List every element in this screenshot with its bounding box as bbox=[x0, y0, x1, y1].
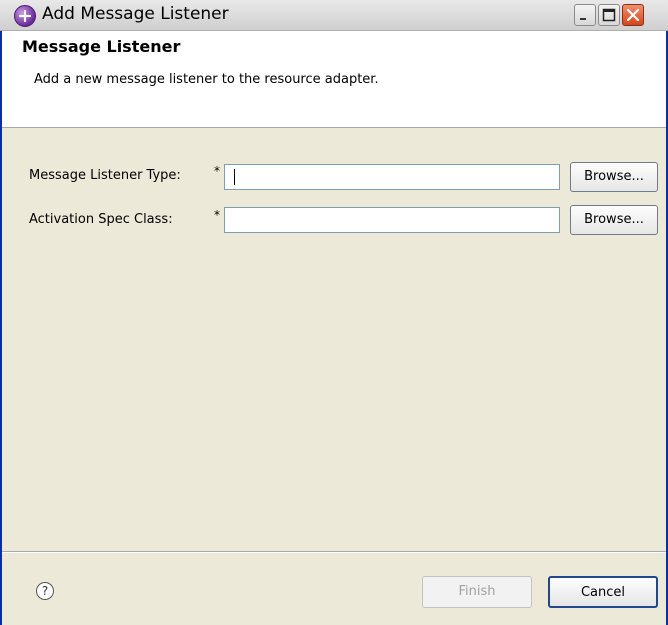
maximize-icon bbox=[602, 8, 616, 22]
close-icon bbox=[626, 8, 640, 22]
required-marker: * bbox=[214, 164, 220, 178]
browse-activation-spec-class-button[interactable]: Browse... bbox=[570, 205, 658, 235]
message-listener-type-label: Message Listener Type: bbox=[29, 168, 181, 183]
help-icon[interactable]: ? bbox=[36, 582, 54, 600]
footer-separator bbox=[2, 551, 666, 553]
required-marker: * bbox=[214, 208, 220, 222]
page-title: Message Listener bbox=[22, 37, 181, 56]
message-listener-type-input[interactable] bbox=[224, 164, 560, 190]
window-title: Add Message Listener bbox=[42, 4, 229, 24]
minimize-button[interactable] bbox=[574, 4, 596, 26]
activation-spec-class-input[interactable] bbox=[224, 207, 560, 233]
close-button[interactable] bbox=[622, 4, 644, 26]
finish-button[interactable]: Finish bbox=[422, 576, 532, 608]
browse-message-listener-type-button[interactable]: Browse... bbox=[570, 162, 658, 192]
maximize-button[interactable] bbox=[598, 4, 620, 26]
dialog-window: Add Message Listener Message Listener Ad… bbox=[0, 0, 668, 625]
title-bar[interactable]: Add Message Listener bbox=[0, 0, 668, 31]
activation-spec-class-label: Activation Spec Class: bbox=[29, 212, 173, 227]
wizard-icon bbox=[14, 5, 36, 27]
text-caret bbox=[234, 169, 235, 185]
minimize-icon bbox=[580, 18, 586, 20]
cancel-button[interactable]: Cancel bbox=[548, 576, 658, 608]
page-description: Add a new message listener to the resour… bbox=[34, 72, 379, 87]
